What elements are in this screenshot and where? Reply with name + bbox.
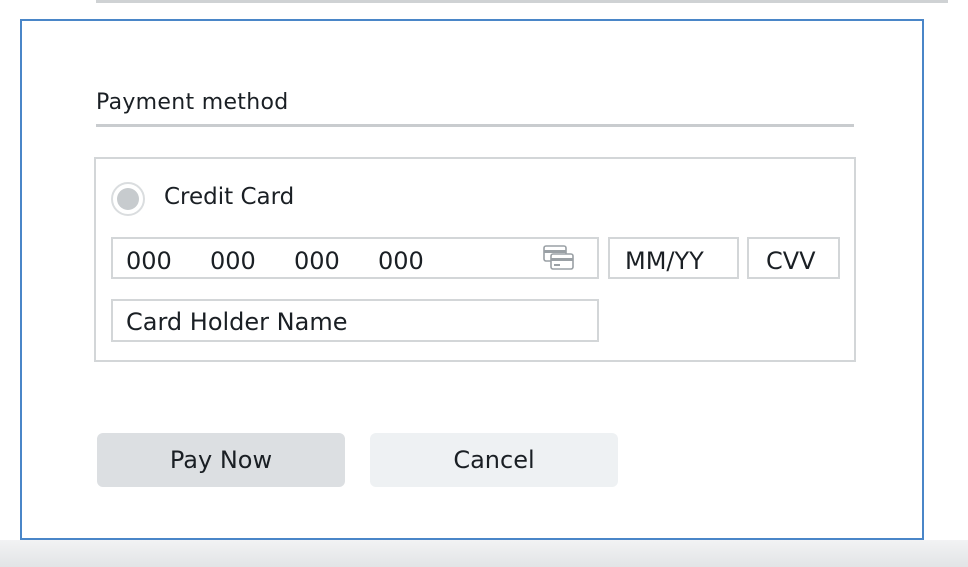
- expiry-placeholder: MM/YY: [625, 247, 704, 275]
- cancel-button[interactable]: Cancel: [370, 433, 618, 487]
- card-number-group-2: 000: [210, 247, 256, 275]
- background-window-edge: [96, 0, 948, 3]
- section-divider: [96, 124, 854, 127]
- cvv-placeholder: CVV: [766, 247, 816, 275]
- card-number-group-4: 000: [378, 247, 424, 275]
- credit-card-label[interactable]: Credit Card: [164, 184, 294, 210]
- card-number-field[interactable]: 000 000 000 000: [111, 237, 599, 279]
- pay-now-button[interactable]: Pay Now: [97, 433, 345, 487]
- expiry-field[interactable]: MM/YY: [608, 237, 739, 279]
- card-icon: [543, 245, 574, 270]
- card-holder-field[interactable]: Card Holder Name: [111, 299, 599, 342]
- cvv-field[interactable]: CVV: [747, 237, 840, 279]
- card-number-group-3: 000: [294, 247, 340, 275]
- credit-card-radio[interactable]: [111, 182, 145, 216]
- radio-indicator: [117, 188, 139, 210]
- section-title: Payment method: [96, 90, 289, 115]
- card-holder-placeholder: Card Holder Name: [126, 308, 348, 336]
- card-number-group-1: 000: [126, 247, 172, 275]
- background-window-bottom: [0, 540, 968, 567]
